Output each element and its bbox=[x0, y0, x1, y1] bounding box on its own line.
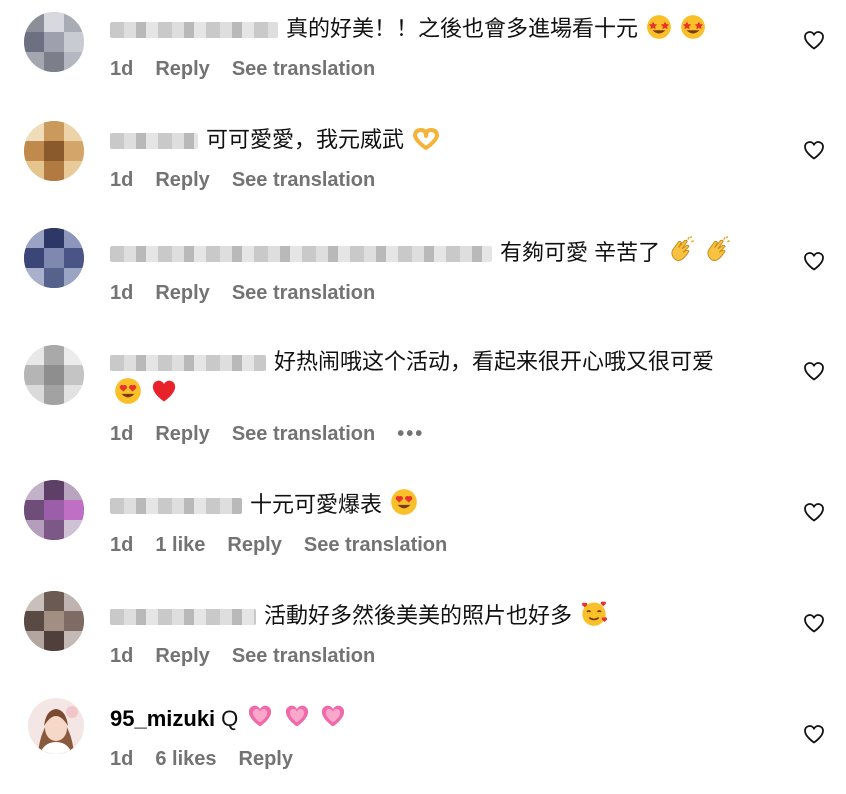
comment-age: 1d bbox=[110, 58, 134, 80]
reply-button[interactable]: Reply bbox=[155, 282, 209, 305]
reply-button[interactable]: Reply bbox=[155, 58, 209, 81]
heart-outline-icon[interactable] bbox=[802, 138, 826, 162]
growing-heart-emoji-icon bbox=[246, 702, 274, 738]
comment-text: 好热闹哦这个活动，看起来很开心哦又很可爱 bbox=[274, 349, 715, 374]
comment-text: Q bbox=[221, 706, 239, 731]
comment-text: 真的好美！！之後也會多進場看十元 bbox=[286, 16, 639, 41]
smiling-face-with-hearts-emoji-icon bbox=[580, 599, 608, 635]
reply-button[interactable]: Reply bbox=[227, 534, 281, 557]
see-translation-button[interactable]: See translation bbox=[232, 282, 375, 305]
avatar[interactable] bbox=[24, 228, 84, 288]
see-translation-button[interactable]: See translation bbox=[232, 423, 375, 446]
username-blurred[interactable] bbox=[110, 133, 198, 150]
username-blurred[interactable] bbox=[110, 355, 266, 372]
star-struck-emoji-icon bbox=[646, 14, 672, 48]
heart-outline-icon[interactable] bbox=[802, 359, 826, 383]
username-link[interactable]: 95_mizuki bbox=[110, 706, 215, 731]
see-translation-button[interactable]: See translation bbox=[304, 534, 447, 557]
avatar[interactable] bbox=[24, 12, 84, 72]
username-blurred[interactable] bbox=[110, 498, 242, 515]
heart-outline-icon[interactable] bbox=[802, 28, 826, 52]
likes-count[interactable]: 6 likes bbox=[155, 748, 216, 771]
heart-outline-icon[interactable] bbox=[802, 249, 826, 273]
reply-button[interactable]: Reply bbox=[155, 169, 209, 192]
avatar[interactable] bbox=[24, 480, 84, 540]
see-translation-button[interactable]: See translation bbox=[232, 645, 375, 668]
growing-heart-emoji-icon bbox=[283, 702, 311, 738]
reply-button[interactable]: Reply bbox=[239, 748, 293, 771]
reply-button[interactable]: Reply bbox=[155, 645, 209, 668]
comment-age: 1d bbox=[110, 169, 134, 191]
clapping-hands-emoji-icon bbox=[668, 236, 696, 272]
more-options-button[interactable]: ••• bbox=[397, 423, 424, 446]
heart-eyes-emoji-icon bbox=[390, 488, 418, 524]
comment-text: 活動好多然後美美的照片也好多 bbox=[264, 603, 573, 628]
avatar[interactable] bbox=[28, 698, 84, 754]
see-translation-button[interactable]: See translation bbox=[232, 58, 375, 81]
heart-hands-emoji-icon bbox=[412, 125, 440, 159]
comment-age: 1d bbox=[110, 645, 134, 667]
username-blurred[interactable] bbox=[110, 246, 492, 263]
comment-text: 可可愛愛，我元威武 bbox=[206, 127, 405, 152]
clapping-hands-emoji-icon bbox=[704, 236, 732, 272]
comment-age: 1d bbox=[110, 748, 134, 770]
growing-heart-emoji-icon bbox=[319, 702, 347, 738]
reply-button[interactable]: Reply bbox=[155, 423, 209, 446]
heart-outline-icon[interactable] bbox=[802, 722, 826, 746]
heart-eyes-emoji-icon bbox=[114, 377, 142, 413]
comment-text: 有夠可愛 辛苦了 bbox=[500, 240, 661, 265]
comment-age: 1d bbox=[110, 282, 134, 304]
heart-outline-icon[interactable] bbox=[802, 611, 826, 635]
see-translation-button[interactable]: See translation bbox=[232, 169, 375, 192]
avatar[interactable] bbox=[24, 591, 84, 651]
avatar[interactable] bbox=[24, 345, 84, 405]
likes-count[interactable]: 1 like bbox=[155, 534, 205, 557]
comment-age: 1d bbox=[110, 534, 134, 556]
username-blurred[interactable] bbox=[110, 609, 256, 626]
avatar[interactable] bbox=[24, 121, 84, 181]
comment-age: 1d bbox=[110, 423, 134, 445]
red-heart-emoji-icon bbox=[150, 377, 178, 413]
comment-text: 十元可愛爆表 bbox=[250, 492, 383, 517]
heart-outline-icon[interactable] bbox=[802, 500, 826, 524]
star-struck-emoji-icon bbox=[680, 14, 706, 48]
username-blurred[interactable] bbox=[110, 22, 278, 39]
